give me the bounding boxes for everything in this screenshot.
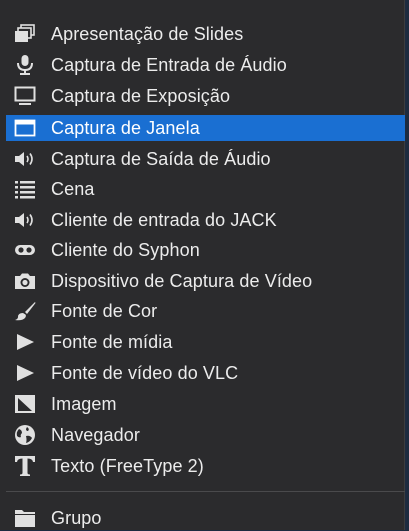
brush-icon [12, 298, 38, 324]
menu-item-color-source[interactable]: Fonte de Cor [6, 298, 405, 324]
menu-item-label: Cliente de entrada do JACK [51, 209, 277, 230]
menu-item-browser[interactable]: Navegador [6, 422, 405, 448]
menu-item-group[interactable]: Grupo [6, 505, 405, 531]
menu-item-image[interactable]: Imagem [6, 391, 405, 417]
slideshow-icon [12, 21, 38, 47]
menu-item-label: Captura de Entrada de Áudio [51, 54, 287, 75]
menu-item-display-capture[interactable]: Captura de Exposição [6, 83, 405, 109]
play-icon [12, 360, 38, 386]
microphone-icon [12, 52, 38, 78]
menu-item-vlc-video-source[interactable]: Fonte de vídeo do VLC [6, 360, 405, 386]
play-icon [12, 329, 38, 355]
menu-item-jack-input-client[interactable]: Cliente de entrada do JACK [6, 207, 405, 233]
menu-item-label: Navegador [51, 424, 140, 445]
window-icon [12, 115, 38, 141]
syphon-icon [12, 237, 38, 263]
menu-item-label: Cliente do Syphon [51, 239, 200, 260]
list-icon [12, 176, 38, 202]
folder-icon [12, 505, 38, 531]
menu-item-audio-input-capture[interactable]: Captura de Entrada de Áudio [6, 52, 405, 78]
menu-item-label: Imagem [51, 393, 117, 414]
camera-icon [12, 268, 38, 294]
menu-item-label: Captura de Janela [51, 117, 200, 138]
menu-item-label: Fonte de mídia [51, 331, 173, 352]
menu-item-slideshow[interactable]: Apresentação de Slides [6, 21, 405, 47]
menu-item-scene[interactable]: Cena [6, 176, 405, 202]
menu-item-label: Captura de Exposição [51, 85, 231, 106]
menu-item-label: Grupo [51, 507, 102, 528]
image-icon [12, 391, 38, 417]
menu-item-label: Fonte de Cor [51, 300, 158, 321]
menu-separator [6, 491, 405, 492]
menu-item-syphon-client[interactable]: Cliente do Syphon [6, 237, 405, 263]
menu-item-text-freetype[interactable]: Texto (FreeType 2) [6, 453, 405, 479]
menu-item-label: Captura de Saída de Áudio [51, 148, 271, 169]
menu-item-label: Fonte de vídeo do VLC [51, 362, 239, 383]
menu-item-label: Dispositivo de Captura de Vídeo [51, 270, 313, 291]
speaker-icon [12, 146, 38, 172]
menu-item-window-capture[interactable]: Captura de Janela [6, 115, 405, 141]
menu-item-video-capture-device[interactable]: Dispositivo de Captura de Vídeo [6, 268, 405, 294]
speaker-icon [12, 207, 38, 233]
menu-item-audio-output-capture[interactable]: Captura de Saída de Áudio [6, 146, 405, 172]
menu-item-label: Cena [51, 178, 95, 199]
menu-item-label: Apresentação de Slides [51, 23, 244, 44]
menu-item-label: Texto (FreeType 2) [51, 455, 204, 476]
menu-item-media-source[interactable]: Fonte de mídia [6, 329, 405, 355]
monitor-icon [12, 83, 38, 109]
source-menu: Apresentação de Slides Captura de Entrad… [0, 0, 405, 530]
text-icon [12, 453, 38, 479]
globe-icon [12, 422, 38, 448]
